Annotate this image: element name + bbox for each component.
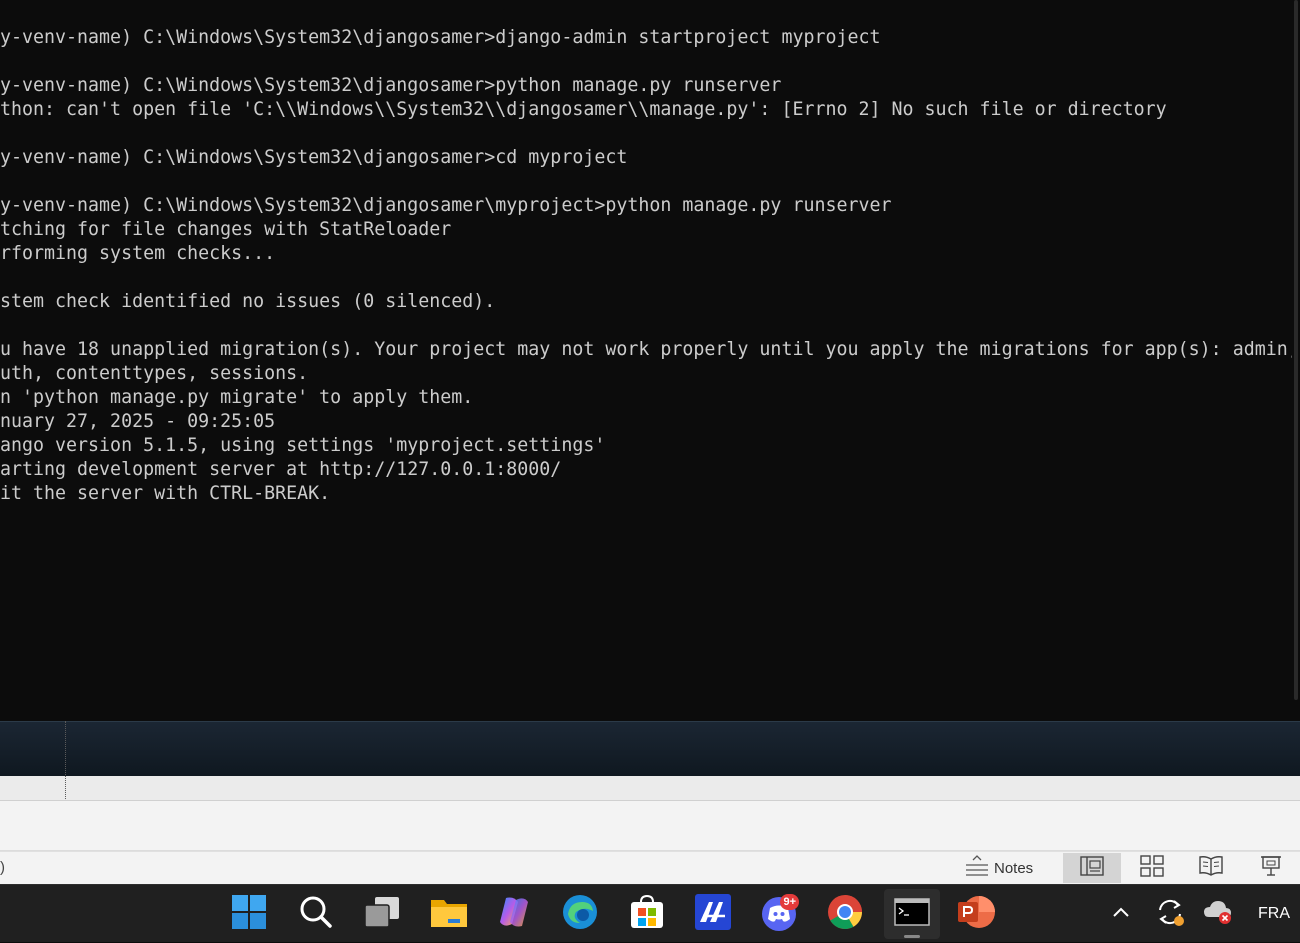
terminal-app-button[interactable] — [691, 892, 735, 936]
notes-button[interactable]: Notes — [964, 852, 1033, 884]
command-prompt-icon — [894, 897, 930, 931]
command-prompt-button[interactable] — [884, 889, 940, 939]
app-logo-icon — [695, 893, 731, 935]
normal-view-button[interactable] — [1063, 853, 1121, 883]
onedrive-tray-button[interactable] — [1196, 892, 1240, 936]
terminal-line: u have 18 unapplied migration(s). Your p… — [0, 339, 1299, 360]
terminal-line: y-venv-name) C:\Windows\System32\djangos… — [0, 195, 892, 216]
window-edge-strip — [0, 721, 1300, 776]
active-app-indicator — [904, 935, 920, 938]
discord-notification-badge: 9+ — [780, 894, 799, 910]
reading-view-icon — [1199, 855, 1223, 882]
terminal-window[interactable]: y-venv-name) C:\Windows\System32\djangos… — [0, 0, 1300, 721]
copilot-button[interactable] — [492, 892, 536, 936]
terminal-line: uth, contenttypes, sessions. — [0, 363, 309, 384]
terminal-scrollbar[interactable] — [1292, 0, 1300, 721]
store-icon — [629, 894, 665, 935]
terminal-line: nuary 27, 2025 - 09:25:05 — [0, 411, 276, 432]
terminal-line: it the server with CTRL-BREAK. — [0, 483, 331, 504]
folder-icon — [430, 895, 468, 934]
taskbar: 9+ FRA — [0, 884, 1300, 942]
search-button[interactable] — [294, 892, 338, 936]
status-left-text: ) — [0, 859, 5, 876]
terminal-line: n 'python manage.py migrate' to apply th… — [0, 387, 474, 408]
discord-button[interactable]: 9+ — [757, 892, 801, 936]
sync-icon — [1155, 897, 1185, 932]
pane-divider[interactable] — [65, 721, 66, 799]
cloud-error-icon — [1203, 899, 1233, 930]
task-view-icon — [363, 895, 401, 934]
terminal-line: stem check identified no issues (0 silen… — [0, 291, 496, 312]
terminal-line: arting development server at http://127.… — [0, 459, 562, 480]
terminal-line: y-venv-name) C:\Windows\System32\djangos… — [0, 27, 881, 48]
terminal-line: ango version 5.1.5, using settings 'mypr… — [0, 435, 606, 456]
terminal-line: y-venv-name) C:\Windows\System32\djangos… — [0, 147, 628, 168]
terminal-line: thon: can't open file 'C:\\Windows\\Syst… — [0, 99, 1167, 120]
status-bar: ) Notes — [0, 851, 1300, 884]
notes-icon — [964, 854, 990, 882]
terminal-line: tching for file changes with StatReloade… — [0, 219, 452, 240]
powerpoint-icon — [956, 894, 996, 935]
slide-show-view-button[interactable] — [1242, 853, 1300, 883]
reading-view-button[interactable] — [1182, 853, 1240, 883]
start-button[interactable] — [227, 892, 271, 936]
terminal-scrollbar-thumb[interactable] — [1294, 0, 1298, 700]
show-hidden-icons-button[interactable] — [1099, 892, 1143, 936]
edge-button[interactable] — [558, 892, 602, 936]
normal-view-icon — [1080, 855, 1104, 881]
microsoft-store-button[interactable] — [625, 892, 669, 936]
language-indicator[interactable]: FRA — [1258, 885, 1290, 943]
notes-label: Notes — [994, 859, 1034, 877]
powerpoint-button[interactable] — [954, 892, 998, 936]
presentation-icon — [1260, 855, 1282, 882]
ribbon-pane — [0, 776, 1300, 801]
copilot-icon — [496, 894, 532, 935]
chrome-button[interactable] — [823, 892, 867, 936]
sync-tray-button[interactable] — [1148, 892, 1192, 936]
task-view-button[interactable] — [360, 892, 404, 936]
terminal-line: y-venv-name) C:\Windows\System32\djangos… — [0, 75, 782, 96]
search-icon — [299, 895, 333, 934]
chrome-icon — [827, 894, 863, 935]
edge-icon — [562, 894, 598, 935]
file-explorer-button[interactable] — [427, 892, 471, 936]
slide-sorter-icon — [1140, 854, 1164, 882]
terminal-line: rforming system checks... — [0, 243, 276, 264]
slide-sorter-view-button[interactable] — [1123, 853, 1181, 883]
windows-logo-icon — [231, 894, 267, 935]
notes-pane[interactable] — [0, 801, 1300, 851]
chevron-up-icon — [1112, 905, 1130, 923]
